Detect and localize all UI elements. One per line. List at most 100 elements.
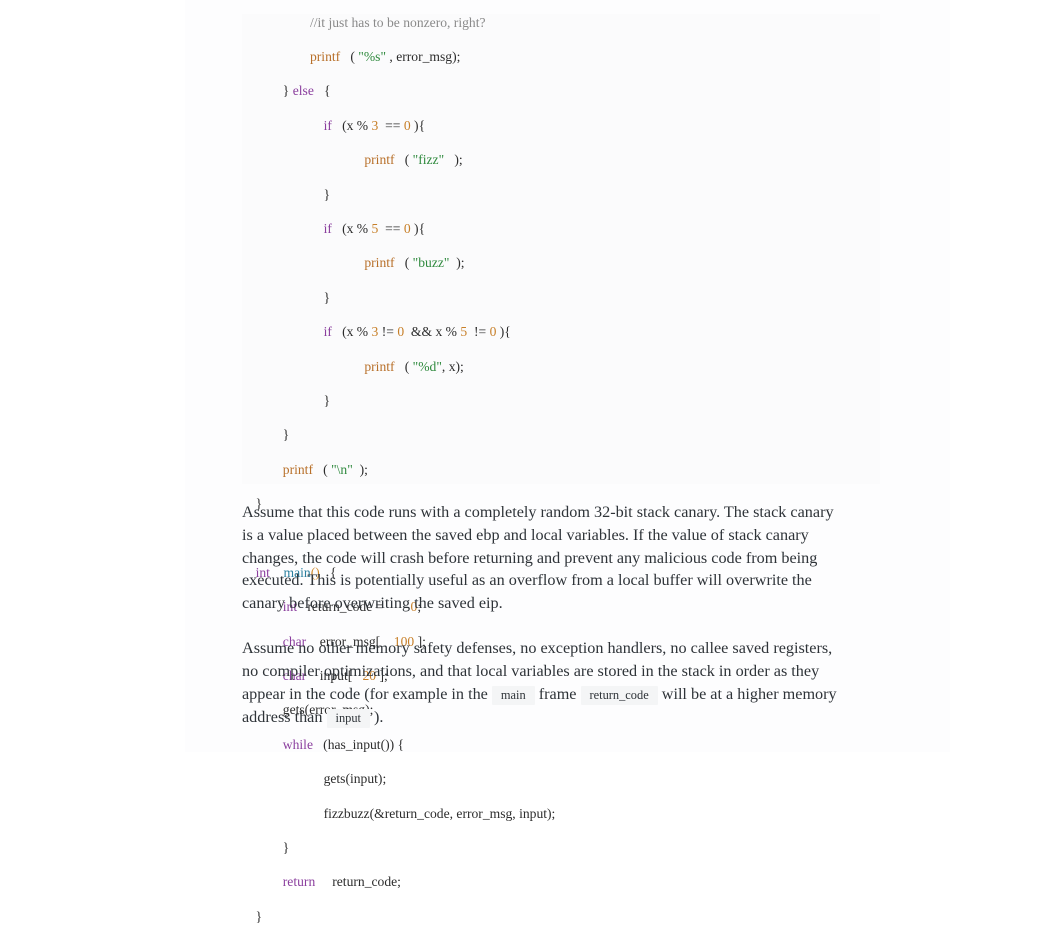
code-token-pl: return_code;: [315, 874, 401, 890]
code-token-num: 0: [403, 220, 411, 236]
code-token-pl: }: [323, 186, 331, 202]
code-line: return return_code;: [242, 873, 880, 890]
code-token-str: "%s": [358, 48, 387, 64]
code-token-kw: if: [323, 220, 332, 236]
code-line: }: [242, 908, 880, 925]
code-token-fn: printf: [364, 152, 395, 168]
code-token-kw: return: [282, 874, 316, 890]
code-token-pl: , error_msg);: [386, 48, 461, 64]
code-line: printf ( "fizz" );: [242, 151, 880, 168]
code-line: }: [242, 839, 880, 856]
code-token-pl: );: [449, 255, 465, 271]
code-token-pl: (: [312, 461, 332, 477]
code-token-pl: fizzbuzz(&return_code, error_msg, input)…: [323, 805, 556, 821]
code-token-pl: );: [444, 152, 463, 168]
code-token-pl: (x %: [331, 117, 372, 133]
code-token-pl: }: [255, 908, 263, 924]
code-token-cmt: //it just has to be nonzero, right?: [309, 14, 486, 30]
code-token-fn: printf: [282, 461, 313, 477]
code-line: printf ( "%s" , error_msg);: [242, 48, 880, 65]
code-token-pl: }: [282, 839, 290, 855]
code-token-pl: ==: [378, 220, 404, 236]
code-token-pl: }: [282, 83, 293, 99]
paragraph-assumptions: Assume no other memory safety defenses, …: [242, 637, 842, 730]
code-token-pl: && x %: [404, 324, 461, 340]
code-token-pl: (x %: [331, 220, 372, 236]
code-line: if (x % 5 == 0 ){: [242, 220, 880, 237]
paragraph-text-run: Assume that this code runs with a comple…: [242, 503, 834, 613]
code-token-pl: );: [352, 461, 368, 477]
code-token-fn: printf: [364, 358, 395, 374]
code-token-fn: printf: [309, 48, 341, 64]
code-line: }: [242, 392, 880, 409]
code-token-pl: (: [394, 255, 413, 271]
inline-code-main: main: [491, 685, 535, 705]
code-token-num: 0: [403, 117, 411, 133]
code-token-kw: else: [292, 83, 314, 99]
code-token-kw: if: [323, 324, 332, 340]
code-token-str: "\n": [331, 461, 353, 477]
inline-code-input: input: [326, 709, 370, 729]
code-token-pl: (: [394, 358, 413, 374]
code-line: printf ( "buzz" );: [242, 254, 880, 271]
code-line: }: [242, 289, 880, 306]
code-token-fn: printf: [364, 255, 395, 271]
code-token-pl: ==: [378, 117, 404, 133]
paragraph-text-run: frame: [534, 684, 581, 703]
code-line: } else {: [242, 82, 880, 99]
paragraph-text-run: ).: [370, 708, 384, 727]
code-token-pl: (x %: [331, 324, 372, 340]
code-token-pl: {: [313, 83, 331, 99]
code-line: //it just has to be nonzero, right?: [242, 14, 880, 31]
code-token-pl: , x);: [441, 358, 464, 374]
code-token-kw: if: [323, 117, 332, 133]
code-token-kw: while: [282, 736, 313, 752]
code-token-pl: ){: [496, 324, 511, 340]
code-token-pl: }: [323, 392, 331, 408]
code-line: }: [242, 186, 880, 203]
code-line: if (x % 3 != 0 && x % 5 != 0 ){: [242, 323, 880, 340]
code-line: }: [242, 426, 880, 443]
code-token-pl: }: [323, 289, 331, 305]
code-line: printf ( "\n" );: [242, 461, 880, 478]
inline-code-return-code: return_code: [580, 685, 658, 705]
code-token-str: "fizz": [412, 152, 445, 168]
code-line: if (x % 3 == 0 ){: [242, 117, 880, 134]
code-token-pl: (has_input()) {: [312, 736, 405, 752]
code-token-pl: ){: [410, 220, 426, 236]
code-token-str: "buzz": [412, 255, 450, 271]
code-token-pl: !=: [467, 324, 490, 340]
code-token-pl: ){: [410, 117, 426, 133]
code-token-pl: !=: [378, 324, 398, 340]
code-line: printf ( "%d", x);: [242, 358, 880, 375]
code-token-pl: gets(input);: [323, 771, 387, 787]
code-token-pl: }: [282, 427, 290, 443]
code-token-pl: (: [394, 152, 413, 168]
code-token-str: "%d": [412, 358, 442, 374]
code-block: //it just has to be nonzero, right? prin…: [242, 13, 880, 924]
code-line: gets(input);: [242, 770, 880, 787]
paragraph-stack-canary: Assume that this code runs with a comple…: [242, 501, 842, 615]
code-token-pl: (: [340, 48, 359, 64]
code-line: while (has_input()) {: [242, 736, 880, 753]
